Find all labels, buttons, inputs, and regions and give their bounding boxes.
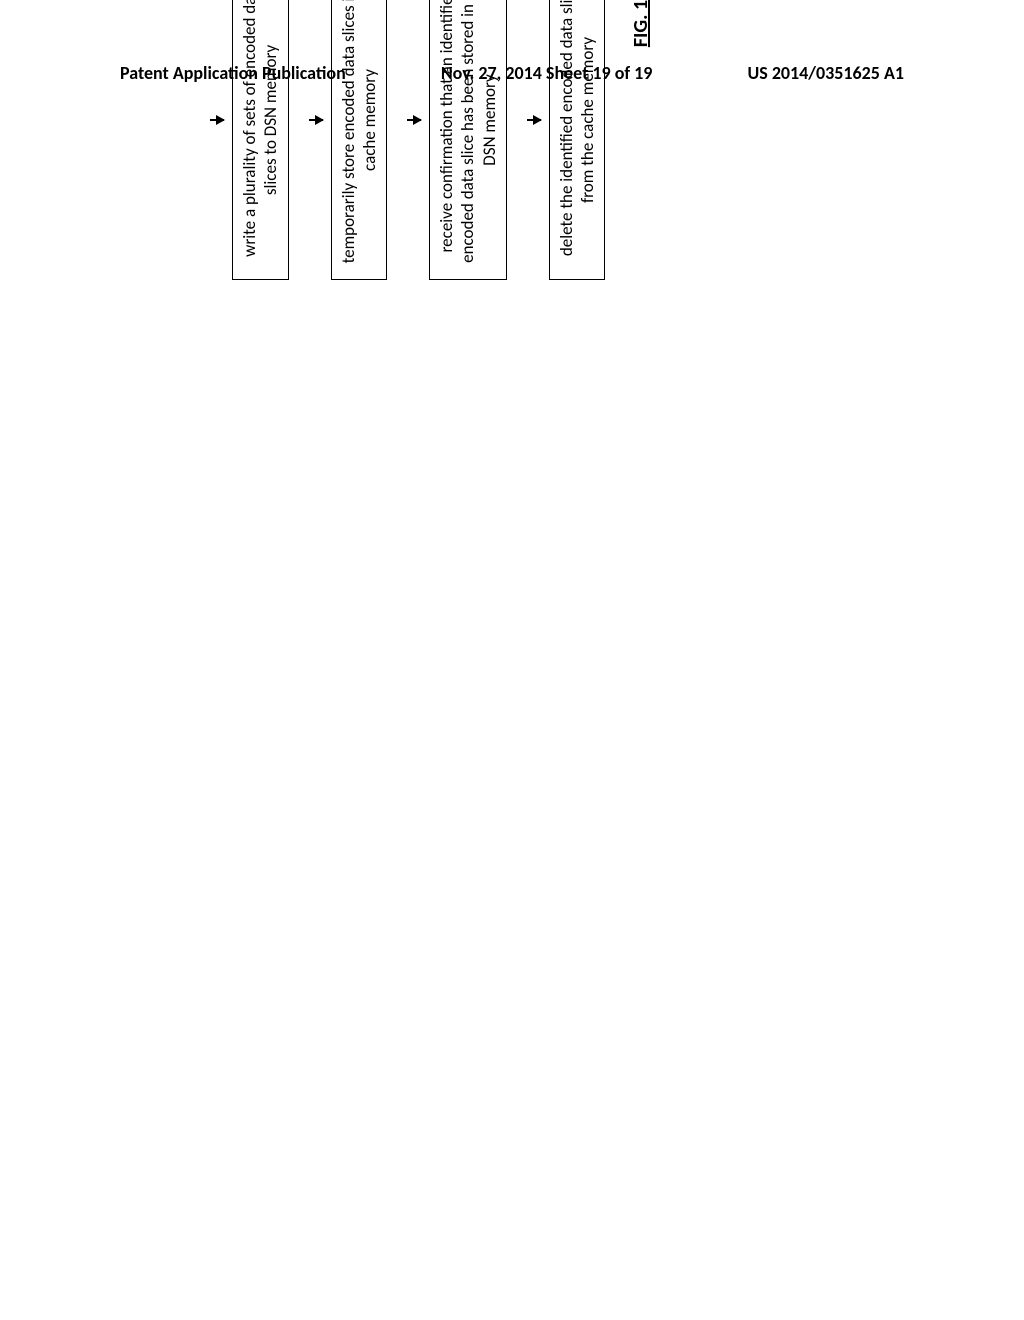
step-number: 234 xyxy=(397,0,419,280)
step-232: 232 temporarily store encoded data slice… xyxy=(299,0,388,280)
step-230: 230 write a plurality of sets of encoded… xyxy=(200,0,289,280)
step-number: 230 xyxy=(200,0,222,280)
left-flowchart: 230 write a plurality of sets of encoded… xyxy=(200,0,965,280)
arrow-down-icon xyxy=(407,119,421,121)
step-box: write a plurality of sets of encoded dat… xyxy=(232,0,289,280)
step-number: 232 xyxy=(299,0,321,280)
arrow-down-icon xyxy=(309,119,323,121)
arrow-down-icon xyxy=(210,119,224,121)
step-number: 236 xyxy=(517,0,539,280)
step-236: 236 delete the identified encoded data s… xyxy=(517,0,606,280)
step-234: 234 receive confirmation that an identif… xyxy=(397,0,507,280)
step-box: receive confirmation that an identified … xyxy=(429,0,507,280)
step-box: delete the identified encoded data slice… xyxy=(549,0,606,280)
page: Patent Application Publication Nov. 27, … xyxy=(0,0,1024,1320)
figure-content: 230 write a plurality of sets of encoded… xyxy=(200,0,965,280)
figure-label: FIG. 13E xyxy=(629,0,653,280)
step-box: temporarily store encoded data slices in… xyxy=(331,0,388,280)
arrow-down-icon xyxy=(527,119,541,121)
